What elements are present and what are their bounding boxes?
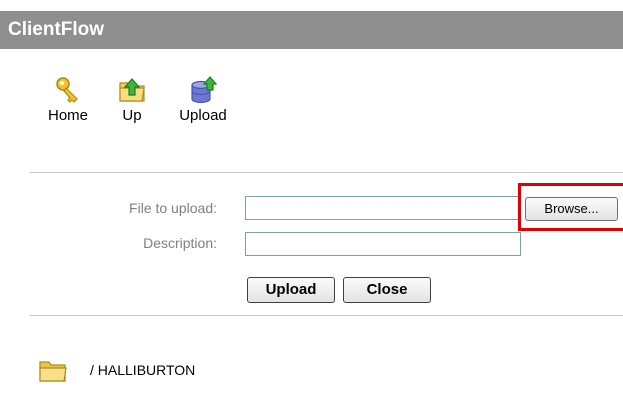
description-input[interactable] — [245, 232, 521, 256]
home-button[interactable]: Home — [43, 76, 93, 124]
file-to-upload-label: File to upload: — [129, 200, 217, 216]
close-button[interactable]: Close — [343, 277, 431, 303]
bottom-divider — [30, 315, 623, 317]
upload-button[interactable]: Upload — [247, 277, 335, 303]
folder-icon — [38, 356, 68, 384]
database-upload-icon — [189, 76, 218, 104]
up-label: Up — [122, 107, 142, 124]
browse-button[interactable]: Browse... — [525, 197, 618, 221]
client-flow-page: ClientFlow Home Up Upload File to upload… — [0, 0, 623, 394]
folder-path: / HALLIBURTON — [90, 362, 196, 378]
upload-tool-label: Upload — [179, 107, 227, 124]
folder-up-icon — [118, 76, 146, 104]
file-path-input[interactable] — [245, 196, 520, 220]
top-divider — [30, 172, 623, 174]
app-title: ClientFlow — [0, 11, 623, 49]
key-icon — [54, 76, 82, 104]
description-label: Description: — [143, 235, 217, 251]
upload-tool-button[interactable]: Upload — [171, 76, 235, 124]
home-label: Home — [47, 107, 88, 124]
up-button[interactable]: Up — [112, 76, 152, 124]
